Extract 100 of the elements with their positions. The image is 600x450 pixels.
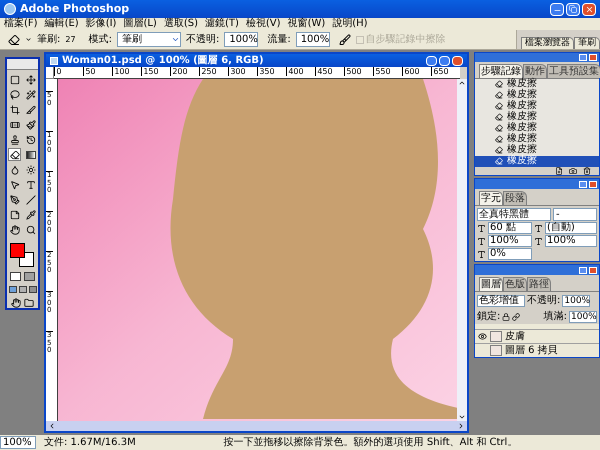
history-item[interactable]: 橡皮擦 <box>475 112 599 122</box>
layer-row[interactable]: 皮膚 <box>475 329 599 343</box>
horizontal-scale-field[interactable]: 100% <box>545 235 597 247</box>
minimize-button[interactable] <box>579 54 587 61</box>
tool-button[interactable] <box>24 73 37 86</box>
history-item[interactable]: 橡皮擦 <box>475 78 599 90</box>
baseline-icon <box>477 250 486 258</box>
panel-well-tab[interactable]: 檔案瀏覽器 <box>521 37 574 49</box>
minimize-button[interactable] <box>426 56 437 66</box>
panel-tab[interactable]: 色版 <box>503 277 527 291</box>
trash-icon[interactable] <box>583 166 591 175</box>
close-button[interactable] <box>452 56 463 66</box>
layer-opacity-field[interactable]: 100% <box>562 294 590 306</box>
vertical-scale-field[interactable]: 100% <box>488 235 532 247</box>
brush-size[interactable]: 27 <box>65 36 76 44</box>
history-item[interactable]: 橡皮擦 <box>475 122 599 134</box>
tool-button[interactable] <box>24 103 37 116</box>
scroll-down-icon[interactable] <box>458 413 466 421</box>
history-item[interactable]: 橡皮擦 <box>475 134 599 144</box>
history-item[interactable]: 橡皮擦 <box>475 156 599 166</box>
layer-row[interactable]: 圖層 6 拷貝 <box>475 343 599 357</box>
tool-button[interactable] <box>8 103 21 116</box>
tool-button[interactable] <box>24 133 37 146</box>
close-button[interactable] <box>589 180 597 188</box>
tool-button[interactable] <box>24 88 37 102</box>
close-button[interactable] <box>589 54 597 61</box>
font-select[interactable]: 全真特黑體 <box>477 208 551 221</box>
panel-tab[interactable]: 步驟記錄 <box>479 64 523 78</box>
scroll-up-icon[interactable] <box>458 79 466 87</box>
fill-field[interactable]: 100% <box>569 310 597 322</box>
panel-tab[interactable]: 路徑 <box>527 277 551 291</box>
link-icon[interactable] <box>512 312 520 320</box>
opacity-field[interactable]: 100% <box>224 32 258 47</box>
mode-select[interactable]: 筆刷 <box>116 32 181 47</box>
eraser-icon[interactable] <box>8 34 20 46</box>
minimize-button[interactable] <box>579 180 587 188</box>
baseline-select[interactable]: 0% <box>488 248 532 260</box>
panel-tab[interactable]: 字元 <box>479 191 503 205</box>
zoom-field[interactable]: 100% <box>0 436 36 449</box>
tool-button[interactable] <box>8 148 21 162</box>
scroll-right-icon[interactable] <box>457 422 465 430</box>
horizontal-scale-icon <box>534 236 543 246</box>
panel-tab[interactable]: 段落 <box>503 191 527 205</box>
foreground-color-swatch[interactable] <box>10 243 24 258</box>
history-item[interactable]: 橡皮擦 <box>475 100 599 112</box>
tool-button[interactable] <box>8 73 21 86</box>
folder-icon[interactable] <box>24 298 34 308</box>
new-document-icon[interactable] <box>555 166 563 175</box>
tool-button[interactable] <box>24 208 37 222</box>
menu-item[interactable]: 說明(H) <box>332 19 368 29</box>
panel-well-tab[interactable]: 筆刷 <box>574 37 600 49</box>
panel-tab[interactable]: 圖層 <box>479 277 503 291</box>
font-size-icon <box>477 224 486 232</box>
vertical-scrollbar[interactable] <box>457 79 467 421</box>
menu-item[interactable]: 圖層(L) <box>123 19 157 29</box>
hand-icon[interactable] <box>11 298 21 308</box>
ruler-label: 350 <box>257 67 286 76</box>
blend-mode-select[interactable]: 色彩增值 <box>477 294 525 306</box>
history-item[interactable]: 橡皮擦 <box>475 144 599 156</box>
ruler-origin[interactable] <box>46 67 54 79</box>
tool-button[interactable] <box>24 223 37 236</box>
maximize-button[interactable] <box>439 56 450 66</box>
font-size-select[interactable]: 60 點 <box>488 222 532 234</box>
close-button[interactable] <box>589 266 597 274</box>
horizontal-scrollbar[interactable] <box>46 421 467 431</box>
panel-tab[interactable]: 動作 <box>523 64 547 78</box>
minimize-button[interactable] <box>550 2 564 16</box>
tool-button[interactable] <box>24 148 37 162</box>
tool-button[interactable] <box>8 193 21 206</box>
menu-item[interactable]: 編輯(E) <box>44 19 79 29</box>
tool-button[interactable] <box>24 193 37 206</box>
restore-button[interactable] <box>566 2 580 16</box>
menu-item[interactable]: 檢視(V) <box>246 19 281 29</box>
menu-item[interactable]: 影像(I) <box>86 19 116 29</box>
standard-mode-icon[interactable] <box>10 272 21 281</box>
tool-button[interactable] <box>8 88 21 102</box>
scroll-left-icon[interactable] <box>48 422 56 430</box>
ruler-label: 50 <box>83 67 112 76</box>
menu-item[interactable]: 檔案(F) <box>4 19 38 29</box>
minimize-button[interactable] <box>579 266 587 274</box>
flow-field[interactable]: 100% <box>296 32 330 47</box>
leading-select[interactable]: (自動) <box>545 222 597 234</box>
menu-item[interactable]: 選取(S) <box>164 19 198 29</box>
camera-icon[interactable] <box>569 166 577 175</box>
caret-icon[interactable] <box>25 36 32 43</box>
history-item[interactable]: 橡皮擦 <box>475 90 599 100</box>
font-style-select[interactable]: - <box>553 208 597 221</box>
airbrush-icon[interactable] <box>338 34 351 46</box>
pen-icon <box>10 194 20 205</box>
quick-mask-icon[interactable] <box>24 272 35 281</box>
close-button[interactable] <box>582 2 596 16</box>
tool-button[interactable] <box>24 163 37 176</box>
menu-item[interactable]: 濾鏡(T) <box>204 19 239 29</box>
eye-icon[interactable] <box>478 332 486 341</box>
tool-button[interactable] <box>24 118 37 132</box>
menu-item[interactable]: 視窗(W) <box>288 19 326 29</box>
lock-icon[interactable] <box>502 312 510 320</box>
panel-tab[interactable]: 工具預設集 <box>547 64 600 78</box>
tool-button[interactable] <box>8 208 21 222</box>
tool-button[interactable] <box>8 223 21 236</box>
